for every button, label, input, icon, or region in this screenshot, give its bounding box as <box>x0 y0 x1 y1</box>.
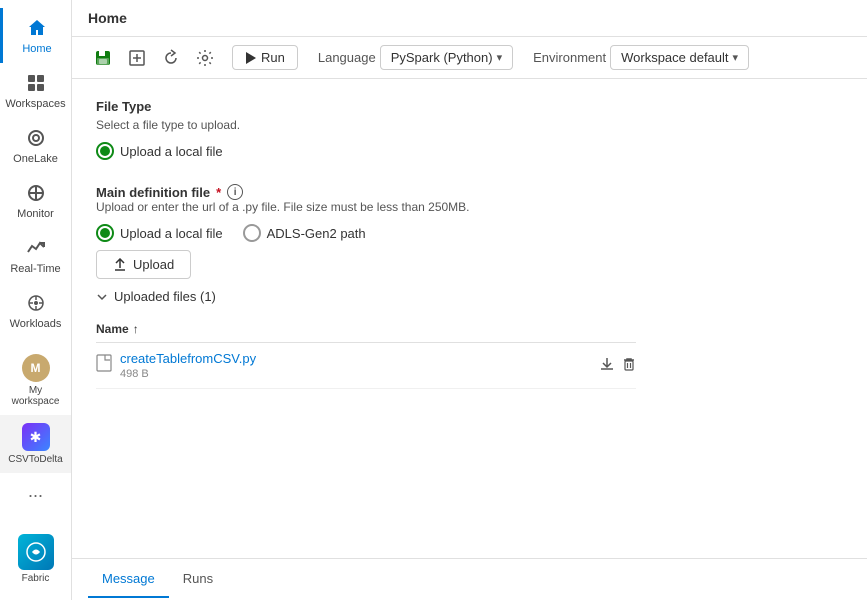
tab-message[interactable]: Message <box>88 561 169 598</box>
language-label: Language <box>318 50 376 65</box>
csvtodelta-icon: ✱ <box>22 423 50 451</box>
environment-value: Workspace default <box>621 50 728 65</box>
radio-adls-circle <box>243 224 261 242</box>
uploaded-files-label: Uploaded files (1) <box>114 289 216 304</box>
workspaces-icon <box>24 71 48 95</box>
sidebar-item-label: Real-Time <box>10 263 60 275</box>
file-type-radio-group: Upload a local file <box>96 142 843 160</box>
delete-icon[interactable] <box>622 357 636 375</box>
sidebar-item-onelake[interactable]: OneLake <box>0 118 71 173</box>
main-def-subtitle: Upload or enter the url of a .py file. F… <box>96 200 843 214</box>
environment-chevron-icon: ▾ <box>733 51 739 64</box>
upload-icon <box>113 258 127 272</box>
file-type-subtitle: Select a file type to upload. <box>96 118 843 132</box>
sidebar-item-home[interactable]: Home <box>0 8 71 63</box>
fabric-icon <box>18 534 54 570</box>
onelake-icon <box>24 126 48 150</box>
content-area: File Type Select a file type to upload. … <box>72 79 867 558</box>
tab-runs[interactable]: Runs <box>169 561 227 598</box>
fabric-label: Fabric <box>22 573 50 584</box>
radio-upload-local-label: Upload a local file <box>120 226 223 241</box>
file-size: 498 B <box>120 368 576 380</box>
language-value: PySpark (Python) <box>391 50 493 65</box>
chevron-down-icon <box>96 291 108 303</box>
radio-upload-local[interactable]: Upload a local file <box>96 224 223 242</box>
environment-label: Environment <box>533 50 606 65</box>
language-dropdown[interactable]: PySpark (Python) ▾ <box>380 45 513 70</box>
sidebar-fabric-logo[interactable]: Fabric <box>0 526 71 592</box>
file-type-title: File Type <box>96 99 843 114</box>
info-icon[interactable]: i <box>227 184 243 200</box>
file-name-wrap: createTablefromCSV.py 498 B <box>120 351 576 380</box>
toolbar: Run Language PySpark (Python) ▾ Environm… <box>72 37 867 79</box>
sidebar-item-label: OneLake <box>13 153 58 165</box>
file-actions <box>576 357 636 375</box>
sidebar-item-workspaces[interactable]: Workspaces <box>0 63 71 118</box>
monitor-icon <box>24 181 48 205</box>
required-star: * <box>216 185 221 200</box>
sidebar-item-my-workspace[interactable]: M My workspace <box>0 346 71 415</box>
files-table: Name ↑ createTablefromCSV.py 498 B <box>96 316 636 389</box>
file-name[interactable]: createTablefromCSV.py <box>120 351 576 366</box>
page-title-bar: Home <box>72 0 867 37</box>
save-button[interactable] <box>88 44 118 72</box>
sidebar-item-label: CSVToDelta <box>8 454 62 465</box>
sidebar-item-monitor[interactable]: Monitor <box>0 173 71 228</box>
upload-button[interactable]: Upload <box>96 250 191 279</box>
file-icon <box>96 354 112 377</box>
language-chevron-icon: ▾ <box>497 51 503 64</box>
home-icon <box>25 16 49 40</box>
sort-icon[interactable]: ↑ <box>133 322 139 336</box>
sidebar-item-label: Monitor <box>17 208 54 220</box>
sidebar-item-workloads[interactable]: Workloads <box>0 283 71 338</box>
workloads-icon <box>24 291 48 315</box>
sidebar-item-label: Home <box>22 43 51 55</box>
page-title: Home <box>88 10 127 26</box>
radio-upload-local-circle <box>96 224 114 242</box>
table-row: createTablefromCSV.py 498 B <box>96 343 636 389</box>
sidebar-item-label: My workspace <box>4 385 67 407</box>
download-icon[interactable] <box>600 357 614 375</box>
refresh-button[interactable] <box>156 44 186 72</box>
upload-local-label: Upload a local file <box>120 144 223 159</box>
settings-button[interactable] <box>190 44 220 72</box>
sidebar-item-realtime[interactable]: Real-Time <box>0 228 71 283</box>
upload-local-radio[interactable] <box>96 142 114 160</box>
environment-dropdown[interactable]: Workspace default ▾ <box>610 45 749 70</box>
uploaded-files-toggle[interactable]: Uploaded files (1) <box>96 289 843 304</box>
new-notebook-button[interactable] <box>122 44 152 72</box>
main-content: Home <box>72 0 867 600</box>
main-definition-section: Main definition file * i Upload or enter… <box>96 184 843 389</box>
sidebar-item-label: Workspaces <box>5 98 65 110</box>
sidebar: Home Workspaces OneLake <box>0 0 72 600</box>
realtime-icon <box>24 236 48 260</box>
main-def-title: Main definition file * i <box>96 184 843 200</box>
sidebar-item-label: Workloads <box>10 318 62 330</box>
name-col-header: Name <box>96 322 129 336</box>
radio-adls[interactable]: ADLS-Gen2 path <box>243 224 366 242</box>
file-type-section: File Type Select a file type to upload. … <box>96 99 843 160</box>
bottom-tabs: Message Runs <box>72 558 867 600</box>
main-def-radio-row: Upload a local file ADLS-Gen2 path <box>96 224 843 242</box>
radio-adls-label: ADLS-Gen2 path <box>267 226 366 241</box>
sidebar-more-button[interactable]: ... <box>20 473 51 510</box>
avatar: M <box>22 354 50 382</box>
files-table-header: Name ↑ <box>96 316 636 343</box>
run-button[interactable]: Run <box>232 45 298 70</box>
sidebar-item-csvtodelta[interactable]: ✱ CSVToDelta <box>0 415 71 473</box>
